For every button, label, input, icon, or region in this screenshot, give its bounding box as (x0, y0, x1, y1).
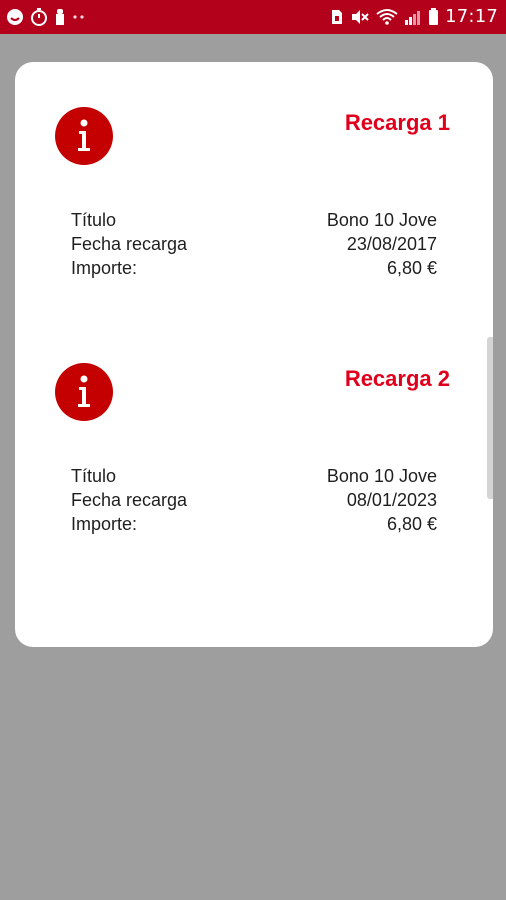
row-label: Título (71, 465, 117, 486)
recarga-row: Fecha recarga 23/08/2017 (71, 232, 437, 256)
row-value: Bono 10 Jove (326, 209, 437, 230)
battery-icon (428, 8, 439, 26)
mute-icon (350, 8, 370, 26)
signal-icon (404, 8, 422, 26)
row-label: Título (71, 209, 117, 230)
sim-icon (330, 8, 344, 26)
row-value: Bono 10 Jove (326, 465, 437, 486)
recarga-title: Recarga 1 (344, 110, 450, 135)
recarga-row: Importe: 6,80 € (71, 512, 437, 536)
info-icon (55, 363, 113, 421)
timer-icon (30, 8, 48, 26)
recarga-row: Fecha recarga 08/01/2023 (71, 488, 437, 512)
row-value: 23/08/2017 (346, 233, 437, 254)
row-value: 08/01/2023 (346, 489, 437, 510)
row-label: Fecha recarga (71, 489, 188, 510)
wifi-icon (376, 8, 398, 26)
row-value: 6,80 € (386, 257, 437, 278)
recarga-section: Recarga 1 Título Bono 10 Jove Fecha reca… (15, 62, 493, 282)
notification-icon (54, 8, 66, 26)
more-dots-icon (72, 8, 86, 26)
row-label: Fecha recarga (71, 233, 188, 254)
face-icon (6, 8, 24, 26)
recarga-row: Título Bono 10 Jove (71, 208, 437, 232)
recarga-title: Recarga 2 (344, 366, 450, 391)
recarga-section: Recarga 2 Título Bono 10 Jove Fecha reca… (15, 318, 493, 538)
recarga-row: Título Bono 10 Jove (71, 464, 437, 488)
info-icon (55, 107, 113, 165)
row-label: Importe: (71, 257, 138, 278)
row-value: 6,80 € (386, 513, 437, 534)
row-label: Importe: (71, 513, 138, 534)
recarga-row: Importe: 6,80 € (71, 256, 437, 280)
status-bar-right: 17:17 (330, 6, 498, 28)
status-time: 17:17 (445, 6, 498, 27)
status-bar-left (6, 6, 86, 28)
status-bar: 17:17 (0, 0, 506, 34)
recargas-card: Recarga 1 Título Bono 10 Jove Fecha reca… (15, 62, 493, 647)
